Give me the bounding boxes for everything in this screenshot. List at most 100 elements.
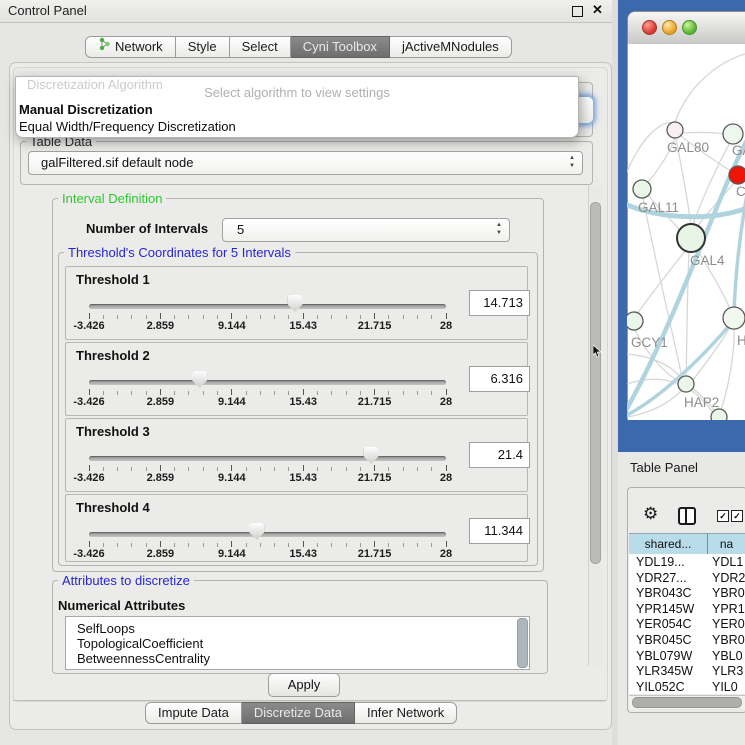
list-item[interactable]: TopologicalCoefficient <box>77 636 203 650</box>
popup-item-equal-width-frequency[interactable]: Equal Width/Frequency Discretization <box>19 119 236 134</box>
control-panel-titlebar: Control Panel <box>0 0 618 23</box>
minimize-traffic-light-icon[interactable] <box>662 20 677 35</box>
table-column-header-shared[interactable]: shared... <box>629 533 708 555</box>
minor-tick <box>317 543 318 547</box>
minor-tick <box>188 391 189 395</box>
popup-item-manual-discretization[interactable]: Manual Discretization <box>19 102 153 117</box>
major-tick <box>303 389 304 395</box>
tab-network[interactable]: Network <box>85 36 176 58</box>
red-node-label: C <box>736 184 745 199</box>
table-row[interactable]: YBR045CYBR0 <box>629 633 745 649</box>
settings-scrollbar-thumb[interactable] <box>590 202 601 564</box>
threshold-value-field[interactable]: 11.344 <box>469 518 530 544</box>
major-tick <box>303 465 304 471</box>
table-hscrollbar-thumb[interactable] <box>632 697 742 708</box>
table-row[interactable]: YER054CYER0 <box>629 617 745 633</box>
minor-tick <box>146 391 147 395</box>
major-tick <box>446 313 447 319</box>
slider-track[interactable] <box>89 304 446 309</box>
gal80-node <box>667 122 683 138</box>
numerical-attributes-list[interactable]: SelfLoopsTopologicalCoefficientBetweenne… <box>65 616 530 670</box>
table-data-combobox[interactable]: galFiltered.sif default node ▲▼ <box>28 151 583 175</box>
attributes-group-title: Attributes to discretize <box>58 573 194 588</box>
minor-tick <box>403 467 404 471</box>
slider-track[interactable] <box>89 532 446 537</box>
table-body[interactable]: YDL19...YDL1YDR27...YDR2YBR043CYBR0YPR14… <box>629 554 745 694</box>
major-tick <box>374 465 375 471</box>
top-right-label: GA <box>732 143 745 158</box>
tab-style[interactable]: Style <box>176 36 230 58</box>
tab-select[interactable]: Select <box>230 36 291 58</box>
major-tick <box>160 465 161 471</box>
zoom-traffic-light-icon[interactable] <box>682 20 697 35</box>
network-icon <box>98 37 111 57</box>
list-item[interactable]: SelfLoops <box>77 621 135 635</box>
top-tab-bar: NetworkStyleSelectCyni ToolboxjActiveMNo… <box>85 36 512 58</box>
slider-handle[interactable] <box>364 447 379 464</box>
minor-tick <box>131 315 132 319</box>
mouse-cursor <box>593 345 603 358</box>
minor-tick <box>431 315 432 319</box>
gcy1-label: GCY1 <box>631 335 668 350</box>
float-window-icon[interactable] <box>572 6 583 17</box>
table-row[interactable]: YBL079WYBL0 <box>629 649 745 665</box>
threshold-value-field[interactable]: 14.713 <box>469 290 530 316</box>
tab-jactivemnodules[interactable]: jActiveMNodules <box>390 36 512 58</box>
gear-icon[interactable]: ⚙ <box>643 504 658 524</box>
minor-tick <box>288 543 289 547</box>
slider-handle[interactable] <box>192 371 207 388</box>
attributes-list-scrollbar[interactable] <box>517 618 528 668</box>
minor-tick <box>260 543 261 547</box>
network-graph[interactable]: GAL80 GA C GAL11 GAL4 GCY1 H HAP2 <box>627 44 745 420</box>
close-traffic-light-icon[interactable] <box>642 20 657 35</box>
tab-impute-data[interactable]: Impute Data <box>145 702 242 724</box>
apply-button[interactable]: Apply <box>268 673 340 697</box>
list-item[interactable]: BetweennessCentrality <box>77 651 210 665</box>
minor-tick <box>174 467 175 471</box>
minor-tick <box>403 543 404 547</box>
tick-label: 21.715 <box>347 472 403 484</box>
major-tick <box>446 541 447 547</box>
table-cell-shared: YBR045C <box>636 633 692 647</box>
slider-handle[interactable] <box>249 523 264 540</box>
number-of-intervals-label: Number of Intervals <box>86 221 208 236</box>
threshold-value-field[interactable]: 21.4 <box>469 442 530 468</box>
table-row[interactable]: YLR345WYLR3 <box>629 664 745 680</box>
tab-infer-network[interactable]: Infer Network <box>355 702 457 724</box>
table-cell-shared: YER054C <box>636 617 692 631</box>
column-layout-icon[interactable] <box>678 507 696 525</box>
table-cell-shared: YLR345W <box>636 664 693 678</box>
table-column-header-name[interactable]: na <box>708 533 745 555</box>
stepper-arrows-icon[interactable]: ▲▼ <box>569 154 575 170</box>
minor-tick <box>431 467 432 471</box>
major-tick <box>374 313 375 319</box>
stepper-arrows-icon[interactable]: ▲▼ <box>496 221 502 237</box>
tick-label: 15.43 <box>275 320 331 332</box>
slider-handle[interactable] <box>288 295 303 312</box>
number-of-intervals-combobox[interactable]: 5 ▲▼ <box>222 218 510 242</box>
tab-label: Discretize Data <box>254 703 342 723</box>
table-row[interactable]: YDR27...YDR2 <box>629 571 745 587</box>
gcy1-node <box>627 312 643 330</box>
table-row[interactable]: YBR043CYBR0 <box>629 586 745 602</box>
slider-track[interactable] <box>89 456 446 461</box>
tab-discretize-data[interactable]: Discretize Data <box>242 702 355 724</box>
tick-label: 9.144 <box>204 320 260 332</box>
minor-tick <box>260 315 261 319</box>
minor-tick <box>388 543 389 547</box>
threshold-value-field[interactable]: 6.316 <box>469 366 530 392</box>
minor-tick <box>203 467 204 471</box>
table-row[interactable]: YDL19...YDL1 <box>629 555 745 571</box>
checkbox-icon[interactable]: ✓ <box>717 510 729 522</box>
slider-track[interactable] <box>89 380 446 385</box>
minor-tick <box>417 391 418 395</box>
threshold-label: Threshold 4 <box>76 500 150 515</box>
checkbox-icon[interactable]: ✓ <box>731 510 743 522</box>
table-row[interactable]: YPR145WYPR1 <box>629 602 745 618</box>
tick-label: 9.144 <box>204 548 260 560</box>
minor-tick <box>146 467 147 471</box>
minor-tick <box>146 315 147 319</box>
tab-cyni-toolbox[interactable]: Cyni Toolbox <box>291 36 390 58</box>
close-icon[interactable]: ✕ <box>592 2 603 18</box>
table-row[interactable]: YIL052CYIL0 <box>629 680 745 694</box>
